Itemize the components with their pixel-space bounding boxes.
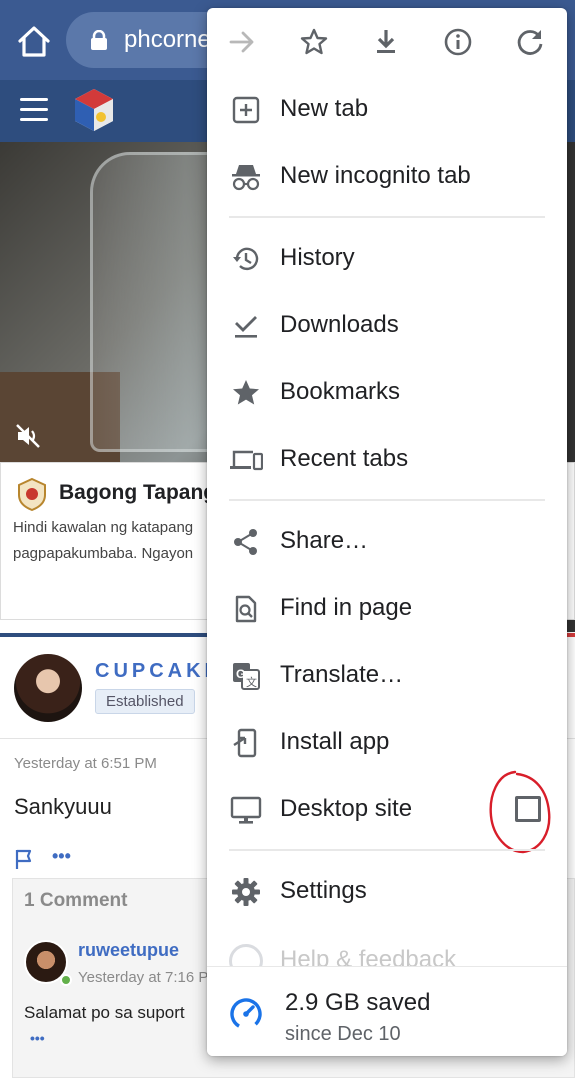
menu-item-label: Help & feedback	[280, 946, 457, 968]
card-title: Bagong Tapang	[59, 481, 217, 504]
post-more-menu[interactable]: •••	[52, 846, 71, 867]
comment-username[interactable]: ruweetupue	[78, 940, 179, 961]
translate-icon: G文	[229, 659, 263, 693]
menu-item-label: Recent tabs	[280, 445, 409, 472]
menu-action-bar	[207, 8, 567, 76]
menu-separator	[229, 849, 545, 851]
user-rank-badge: Established	[95, 689, 195, 714]
mute-icon[interactable]	[14, 422, 42, 450]
downloads-check-icon	[229, 309, 263, 343]
menu-item-new-incognito-tab[interactable]: New incognito tab	[207, 143, 567, 210]
post-body: Sankyuuu	[14, 794, 112, 819]
history-icon	[229, 242, 263, 276]
menu-item-label: Desktop site	[280, 795, 413, 822]
data-saved-amount: 2.9 GB saved	[285, 989, 431, 1016]
star-icon	[229, 376, 263, 410]
comment-timestamp[interactable]: Yesterday at 7:16 P	[78, 969, 208, 986]
menu-item-desktop-site[interactable]: Desktop site	[207, 770, 567, 854]
menu-item-help-feedback[interactable]: Help & feedback	[207, 938, 567, 968]
menu-item-label: Downloads	[280, 311, 399, 338]
card-logo	[17, 477, 47, 512]
lock-icon	[90, 29, 108, 50]
online-status-dot	[60, 974, 72, 986]
incognito-icon	[229, 160, 263, 194]
svg-text:文: 文	[246, 675, 257, 689]
menu-item-label: Translate…	[280, 661, 404, 688]
site-logo[interactable]	[70, 86, 118, 134]
menu-item-translate[interactable]: G文 Translate…	[207, 642, 567, 709]
post-timestamp[interactable]: Yesterday at 6:51 PM	[14, 755, 157, 772]
card-text-line: Hindi kawalan ng katapang	[13, 519, 194, 536]
new-tab-icon	[229, 93, 263, 127]
menu-item-install-app[interactable]: Install app	[207, 709, 567, 776]
browser-overflow-menu: New tab New incognito tab History Downlo…	[207, 8, 567, 1056]
devices-icon	[229, 443, 263, 477]
menu-item-label: Bookmarks	[280, 378, 401, 405]
menu-item-label: New incognito tab	[280, 162, 471, 189]
menu-separator	[229, 499, 545, 501]
menu-item-label: Find in page	[280, 594, 413, 621]
comment-more-menu[interactable]: •••	[30, 1030, 45, 1046]
menu-item-history[interactable]: History	[207, 225, 567, 292]
report-flag-icon[interactable]	[14, 848, 36, 870]
menu-item-label: Share…	[280, 527, 369, 554]
menu-item-find-in-page[interactable]: Find in page	[207, 575, 567, 642]
red-circle-annotation	[487, 768, 553, 860]
find-in-page-icon	[229, 592, 263, 626]
reload-icon[interactable]	[513, 25, 547, 59]
bookmark-star-icon[interactable]	[297, 25, 331, 59]
avatar[interactable]	[14, 654, 82, 722]
download-icon[interactable]	[369, 25, 403, 59]
menu-item-settings[interactable]: Settings	[207, 858, 567, 925]
card-text-line: pagpapakumbaba. Ngayon	[13, 545, 194, 562]
data-saver-gauge-icon	[229, 997, 263, 1031]
menu-item-label: Install app	[280, 728, 390, 755]
help-icon	[229, 944, 263, 968]
forward-icon[interactable]	[225, 25, 259, 59]
menu-item-share[interactable]: Share…	[207, 508, 567, 575]
data-saved-since: since Dec 10	[285, 1023, 401, 1045]
info-icon[interactable]	[441, 25, 475, 59]
menu-item-label: New tab	[280, 95, 369, 122]
desktop-icon	[229, 793, 263, 827]
svg-text:G: G	[236, 667, 245, 681]
data-saver-footer[interactable]: 2.9 GB saved since Dec 10	[207, 966, 567, 1056]
comment-body: Salamat po sa suport	[24, 1003, 185, 1022]
hamburger-menu-icon[interactable]	[20, 98, 48, 122]
menu-item-bookmarks[interactable]: Bookmarks	[207, 359, 567, 426]
menu-item-recent-tabs[interactable]: Recent tabs	[207, 426, 567, 493]
comment-count[interactable]: 1 Comment	[24, 890, 127, 912]
menu-item-label: History	[280, 244, 355, 271]
settings-gear-icon	[229, 875, 263, 909]
menu-item-downloads[interactable]: Downloads	[207, 292, 567, 359]
share-icon	[229, 525, 263, 559]
install-app-icon	[229, 726, 263, 760]
menu-item-label: Settings	[280, 877, 367, 904]
home-icon[interactable]	[14, 22, 54, 62]
menu-item-new-tab[interactable]: New tab	[207, 76, 567, 143]
post-username[interactable]: CUPCAKE	[95, 660, 222, 683]
menu-separator	[229, 216, 545, 218]
